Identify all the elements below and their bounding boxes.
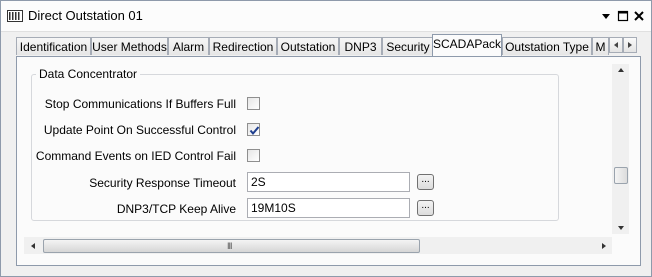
tab-identification[interactable]: Identification (16, 37, 91, 55)
scroll-down-icon[interactable] (615, 222, 627, 237)
tab-alarm[interactable]: Alarm (168, 37, 209, 55)
security-response-timeout-label: Security Response Timeout (89, 176, 236, 190)
window-title: Direct Outstation 01 (28, 8, 143, 23)
stop-communications-label: Stop Communications If Buffers Full (44, 97, 236, 111)
keep-alive-input[interactable]: 19M10S (247, 198, 410, 218)
scroll-right-icon[interactable] (598, 240, 610, 255)
scroll-left-icon[interactable] (27, 240, 39, 255)
scroll-grip-icon: III (227, 241, 232, 251)
scroll-up-icon[interactable] (615, 64, 627, 79)
tab-redirection[interactable]: Redirection (209, 37, 277, 55)
tab-user-methods[interactable]: User Methods (91, 37, 168, 55)
tab-scroll-right-button[interactable] (623, 37, 637, 53)
title-bar: Direct Outstation 01 (1, 1, 651, 32)
tab-strip: Identification User Methods Alarm Redire… (16, 34, 641, 56)
keep-alive-browse-button[interactable]: ... (417, 200, 434, 216)
outstation-icon (7, 10, 23, 22)
outstation-window: Direct Outstation 01 Identification User… (0, 0, 652, 277)
tab-more[interactable]: M (592, 37, 609, 55)
update-point-label: Update Point On Successful Control (43, 123, 236, 137)
group-title: Data Concentrator (36, 67, 141, 81)
dropdown-arrow-icon[interactable] (599, 9, 613, 23)
tab-outstation-type[interactable]: Outstation Type (502, 37, 592, 55)
checkmark-icon (249, 126, 260, 136)
tab-scadapack[interactable]: SCADAPack (432, 34, 502, 56)
command-events-checkbox[interactable] (247, 149, 260, 162)
stop-communications-checkbox[interactable] (247, 97, 260, 110)
security-response-timeout-input[interactable]: 2S (247, 172, 410, 192)
tab-scroll-left-button[interactable] (609, 37, 623, 53)
maximize-icon[interactable] (616, 9, 630, 23)
vertical-scrollbar[interactable] (612, 64, 629, 234)
vertical-scroll-thumb[interactable] (614, 167, 628, 184)
update-point-checkbox[interactable] (247, 123, 260, 136)
tab-dnp3[interactable]: DNP3 (339, 37, 382, 55)
tab-outstation[interactable]: Outstation (277, 37, 339, 55)
command-events-label: Command Events on IED Control Fail (35, 149, 236, 163)
keep-alive-label: DNP3/TCP Keep Alive (116, 202, 236, 216)
security-response-timeout-browse-button[interactable]: ... (417, 174, 434, 190)
tab-security[interactable]: Security (382, 37, 434, 55)
close-icon[interactable] (632, 9, 646, 23)
